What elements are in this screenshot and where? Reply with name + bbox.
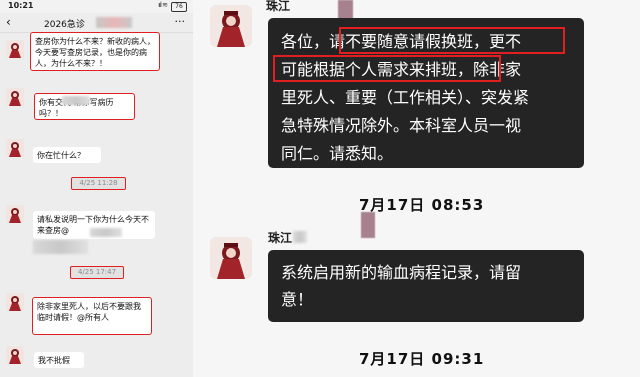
blurred-mention: [62, 96, 90, 105]
message-line: 里死人、重要（工作相关）、突发紧: [281, 88, 530, 107]
sender-name: 珠江: [268, 231, 293, 245]
highlight-box: [273, 55, 501, 82]
timestamp: 7月17日 09:31: [359, 350, 485, 368]
timestamp: 4/25 11:28: [71, 177, 126, 190]
message-bubble[interactable]: 查房你为什么不来？新收的病人，今天要写查房记录，也是你的病人，为什么不来？！: [30, 32, 160, 71]
avatar[interactable]: [6, 88, 24, 106]
right-chat-panel: 珠江 各位，请不要随意请假换班，更不 可能根据个人需求来排班，除非家 里死人、重…: [193, 0, 640, 377]
blurred-name-part: [293, 231, 307, 243]
message-line: 系统启用新的输血病程记录，请留: [281, 263, 522, 282]
avatar[interactable]: [6, 139, 24, 157]
message-bubble[interactable]: 除非家里死人，以后不要跟我临时请假！@所有人: [32, 297, 152, 335]
message-text: 系统启用新的输血病程记录，请留 意！: [281, 259, 581, 313]
left-chat-panel: 10:21 ııl ≋ 76 ‹ 2026急诊 ··· 查房你为什么不来？新收的…: [0, 0, 193, 377]
status-time: 10:21: [8, 1, 34, 10]
back-icon[interactable]: ‹: [6, 15, 11, 29]
battery-icon: 76: [171, 2, 187, 12]
avatar[interactable]: [210, 237, 252, 279]
timestamp: 4/25 17:47: [70, 266, 124, 279]
more-icon[interactable]: ···: [175, 15, 186, 28]
avatar[interactable]: [6, 346, 24, 364]
highlight-box: [339, 27, 565, 54]
avatar[interactable]: [6, 293, 24, 311]
message-bubble[interactable]: 我不批假: [34, 352, 84, 368]
blurred-mention: [90, 228, 122, 237]
message-line: 同仁。请悉知。: [281, 144, 394, 163]
chat-title: 2026急诊: [44, 20, 85, 30]
message-line: 意！: [281, 290, 314, 309]
blurred-title-part: [96, 17, 132, 28]
avatar[interactable]: [6, 40, 24, 58]
status-bar: 10:21 ııl ≋ 76: [0, 0, 193, 13]
avatar[interactable]: [210, 5, 252, 47]
blurred-decoration: [361, 212, 375, 238]
chat-header: ‹ 2026急诊 ···: [0, 13, 193, 33]
timestamp: 7月17日 08:53: [359, 196, 485, 214]
avatar[interactable]: [6, 205, 24, 223]
message-bubble[interactable]: 你在忙什么？: [33, 147, 101, 163]
sender-name: 珠江: [266, 0, 291, 13]
blurred-content: [33, 240, 88, 254]
message-line: 急特殊情况除外。本科室人员一视: [281, 116, 522, 135]
signal-icon: ııl ≋: [158, 1, 168, 9]
